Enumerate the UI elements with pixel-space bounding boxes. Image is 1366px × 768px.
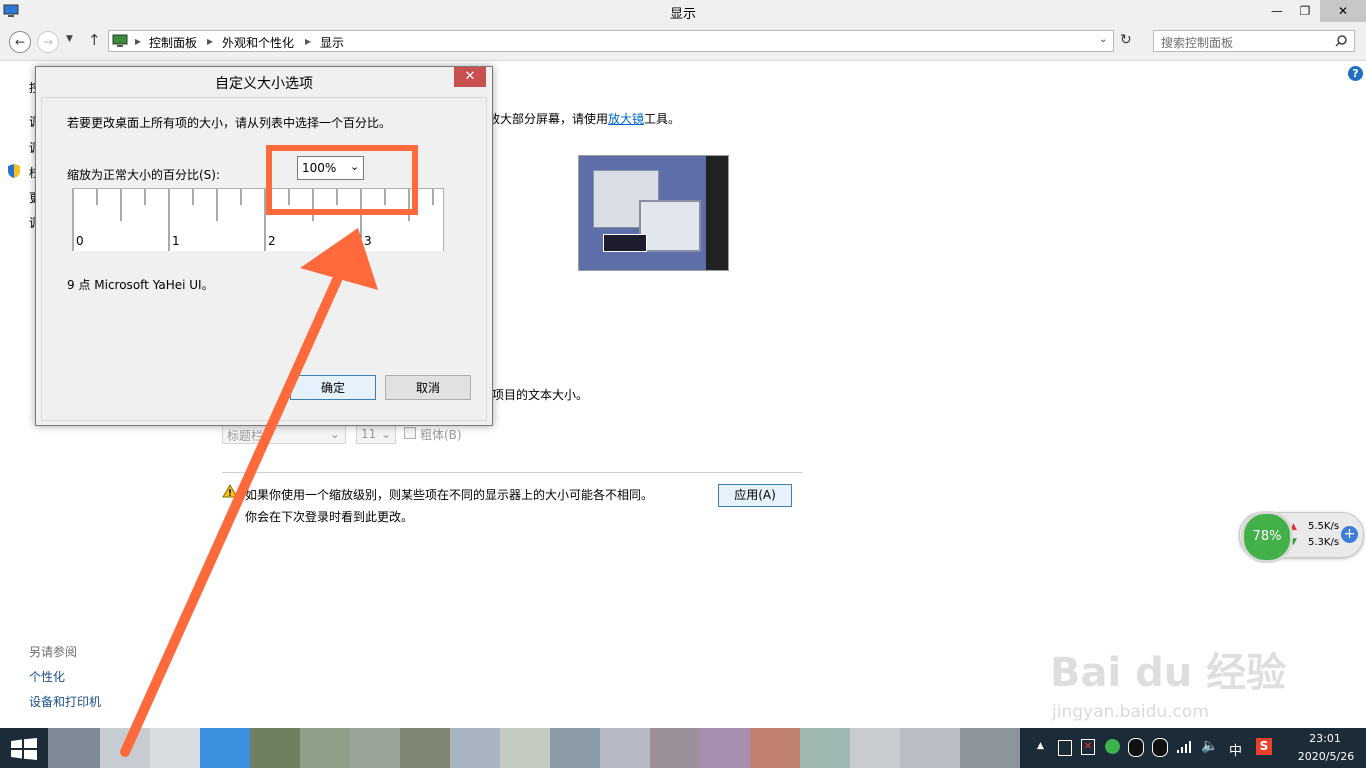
taskbar-app[interactable] (350, 728, 400, 768)
control-panel-icon (112, 34, 128, 47)
address-bar[interactable]: ▸ 控制面板 ▸ 外观和个性化 ▸ 显示 ⌄ (108, 30, 1114, 52)
watermark-brand: Bai du 经验 (1050, 650, 1287, 696)
taskbar-app[interactable] (150, 728, 200, 768)
ruler-label: 1 (172, 234, 180, 248)
windows-start-icon[interactable] (11, 738, 37, 760)
qq-icon[interactable] (1128, 738, 1144, 757)
maximize-button[interactable]: ❐ (1290, 0, 1320, 22)
display-preview-image (578, 155, 729, 271)
window-title: 显示 (669, 7, 696, 22)
taskbar-app[interactable] (450, 728, 500, 768)
upload-speed: 5.5K/s (1308, 521, 1340, 532)
download-speed: 5.3K/s (1308, 537, 1340, 548)
address-dropdown-icon[interactable]: ⌄ (1099, 34, 1107, 45)
search-input[interactable]: 搜索控制面板 (1153, 30, 1355, 52)
apply-button[interactable]: 应用(A) (718, 484, 792, 507)
scale-label: 缩放为正常大小的百分比(S): (67, 168, 221, 182)
breadcrumb-control-panel[interactable]: 控制面板 (149, 34, 197, 51)
size-select[interactable]: 11 ⌄ (356, 424, 396, 444)
taskbar-app[interactable] (200, 728, 250, 768)
security-tray-icon[interactable] (1105, 739, 1120, 754)
up-icon[interactable]: ↑ (88, 31, 101, 49)
custom-size-dialog: 自定义大小选项 ✕ 若要更改桌面上所有项的大小，请从列表中选择一个百分比。 缩放… (35, 66, 493, 426)
dialog-body: 若要更改桌面上所有项的大小，请从列表中选择一个百分比。 缩放为正常大小的百分比(… (41, 97, 487, 421)
flag-icon[interactable]: ✕ (1081, 739, 1095, 755)
dialog-instruction: 若要更改桌面上所有项的大小，请从列表中选择一个百分比。 (67, 116, 392, 130)
ime-indicator[interactable]: 中 (1229, 740, 1242, 759)
refresh-icon[interactable]: ↻ (1120, 32, 1132, 48)
show-hidden-icons[interactable]: ▲ (1037, 741, 1044, 751)
taskbar-app[interactable] (850, 728, 900, 768)
font-sample-text: 9 点 Microsoft YaHei UI。 (67, 278, 214, 292)
ok-button[interactable]: 确定 (290, 375, 376, 400)
back-button[interactable]: ← (9, 31, 31, 53)
taskbar-app[interactable] (750, 728, 800, 768)
sogou-icon[interactable]: S (1256, 738, 1272, 755)
help-icon[interactable]: ? (1348, 66, 1363, 81)
taskbar-app[interactable] (300, 728, 350, 768)
add-icon[interactable]: + (1341, 526, 1358, 543)
taskbar-app[interactable] (600, 728, 650, 768)
taskbar-app[interactable] (48, 728, 100, 768)
device-icon[interactable] (1058, 740, 1072, 756)
ruler-label: 0 (76, 234, 84, 248)
ruler-label: 2 (268, 234, 276, 248)
taskbar: ▲ ✕ 🔈 中 S 23:01 2020/5/26 (0, 728, 1366, 768)
search-placeholder: 搜索控制面板 (1161, 36, 1234, 50)
warning-icon (222, 484, 238, 498)
qq-icon[interactable] (1152, 738, 1168, 757)
taskbar-app[interactable] (100, 728, 150, 768)
volume-icon[interactable]: 🔈 (1201, 738, 1218, 754)
element-select[interactable]: 标题栏 ⌄ (222, 424, 346, 444)
title-bar: 显示 — ❐ ✕ (0, 0, 1366, 24)
breadcrumb-appearance[interactable]: 外观和个性化 (222, 34, 294, 51)
taskbar-app[interactable] (550, 728, 600, 768)
taskbar-app[interactable] (900, 728, 960, 768)
close-button[interactable]: ✕ (1320, 0, 1366, 22)
taskbar-app[interactable] (700, 728, 750, 768)
taskbar-app[interactable] (400, 728, 450, 768)
magnifier-text: 放大部分屏幕，请使用放大镜工具。 (488, 112, 681, 126)
see-also-personalize-link[interactable]: 个性化 (29, 668, 65, 685)
signal-icon[interactable] (1176, 740, 1192, 754)
recent-dropdown-icon[interactable]: ▼ (66, 34, 73, 44)
clock-time[interactable]: 23:01 (1305, 732, 1345, 745)
breadcrumb-separator-icon: ▸ (207, 34, 214, 48)
clock-date[interactable]: 2020/5/26 (1294, 750, 1358, 763)
taskbar-app[interactable] (250, 728, 300, 768)
logon-note-text: 你会在下次登录时看到此更改。 (245, 510, 414, 524)
annotation-highlight-box (266, 145, 418, 215)
taskbar-app[interactable] (500, 728, 550, 768)
shield-icon (8, 164, 20, 178)
bold-checkbox[interactable] (404, 427, 416, 439)
cancel-button[interactable]: 取消 (385, 375, 471, 400)
dialog-title: 自定义大小选项 (215, 76, 313, 92)
warning-text: 如果你使用一个缩放级别，则某些项在不同的显示器上的大小可能各不相同。 (245, 488, 654, 502)
watermark-url: jingyan.baidu.com (1052, 702, 1209, 722)
memory-gauge[interactable]: 78% (1241, 511, 1293, 563)
ruler-label: 3 (364, 234, 372, 248)
breadcrumb-display[interactable]: 显示 (320, 34, 344, 51)
divider (222, 472, 803, 473)
taskbar-app[interactable] (960, 728, 1020, 768)
navigation-bar: ← → ▼ ↑ ▸ 控制面板 ▸ 外观和个性化 ▸ 显示 ⌄ ↻ 搜索控制面板 (0, 24, 1366, 61)
taskbar-app[interactable] (650, 728, 700, 768)
minimize-button[interactable]: — (1262, 0, 1292, 22)
search-icon[interactable] (1335, 35, 1347, 47)
taskbar-app[interactable] (800, 728, 850, 768)
text-size-text: 项目的文本大小。 (492, 388, 589, 402)
magnifier-link[interactable]: 放大镜 (608, 112, 644, 126)
breadcrumb-separator-icon: ▸ (135, 34, 142, 48)
dialog-close-button[interactable]: ✕ (454, 67, 486, 87)
see-also-devices-link[interactable]: 设备和打印机 (29, 693, 101, 710)
see-also-heading: 另请参阅 (29, 645, 78, 659)
forward-button[interactable]: → (37, 31, 59, 53)
bold-label: 粗体(B) (420, 428, 462, 442)
breadcrumb-separator-icon: ▸ (305, 34, 312, 48)
